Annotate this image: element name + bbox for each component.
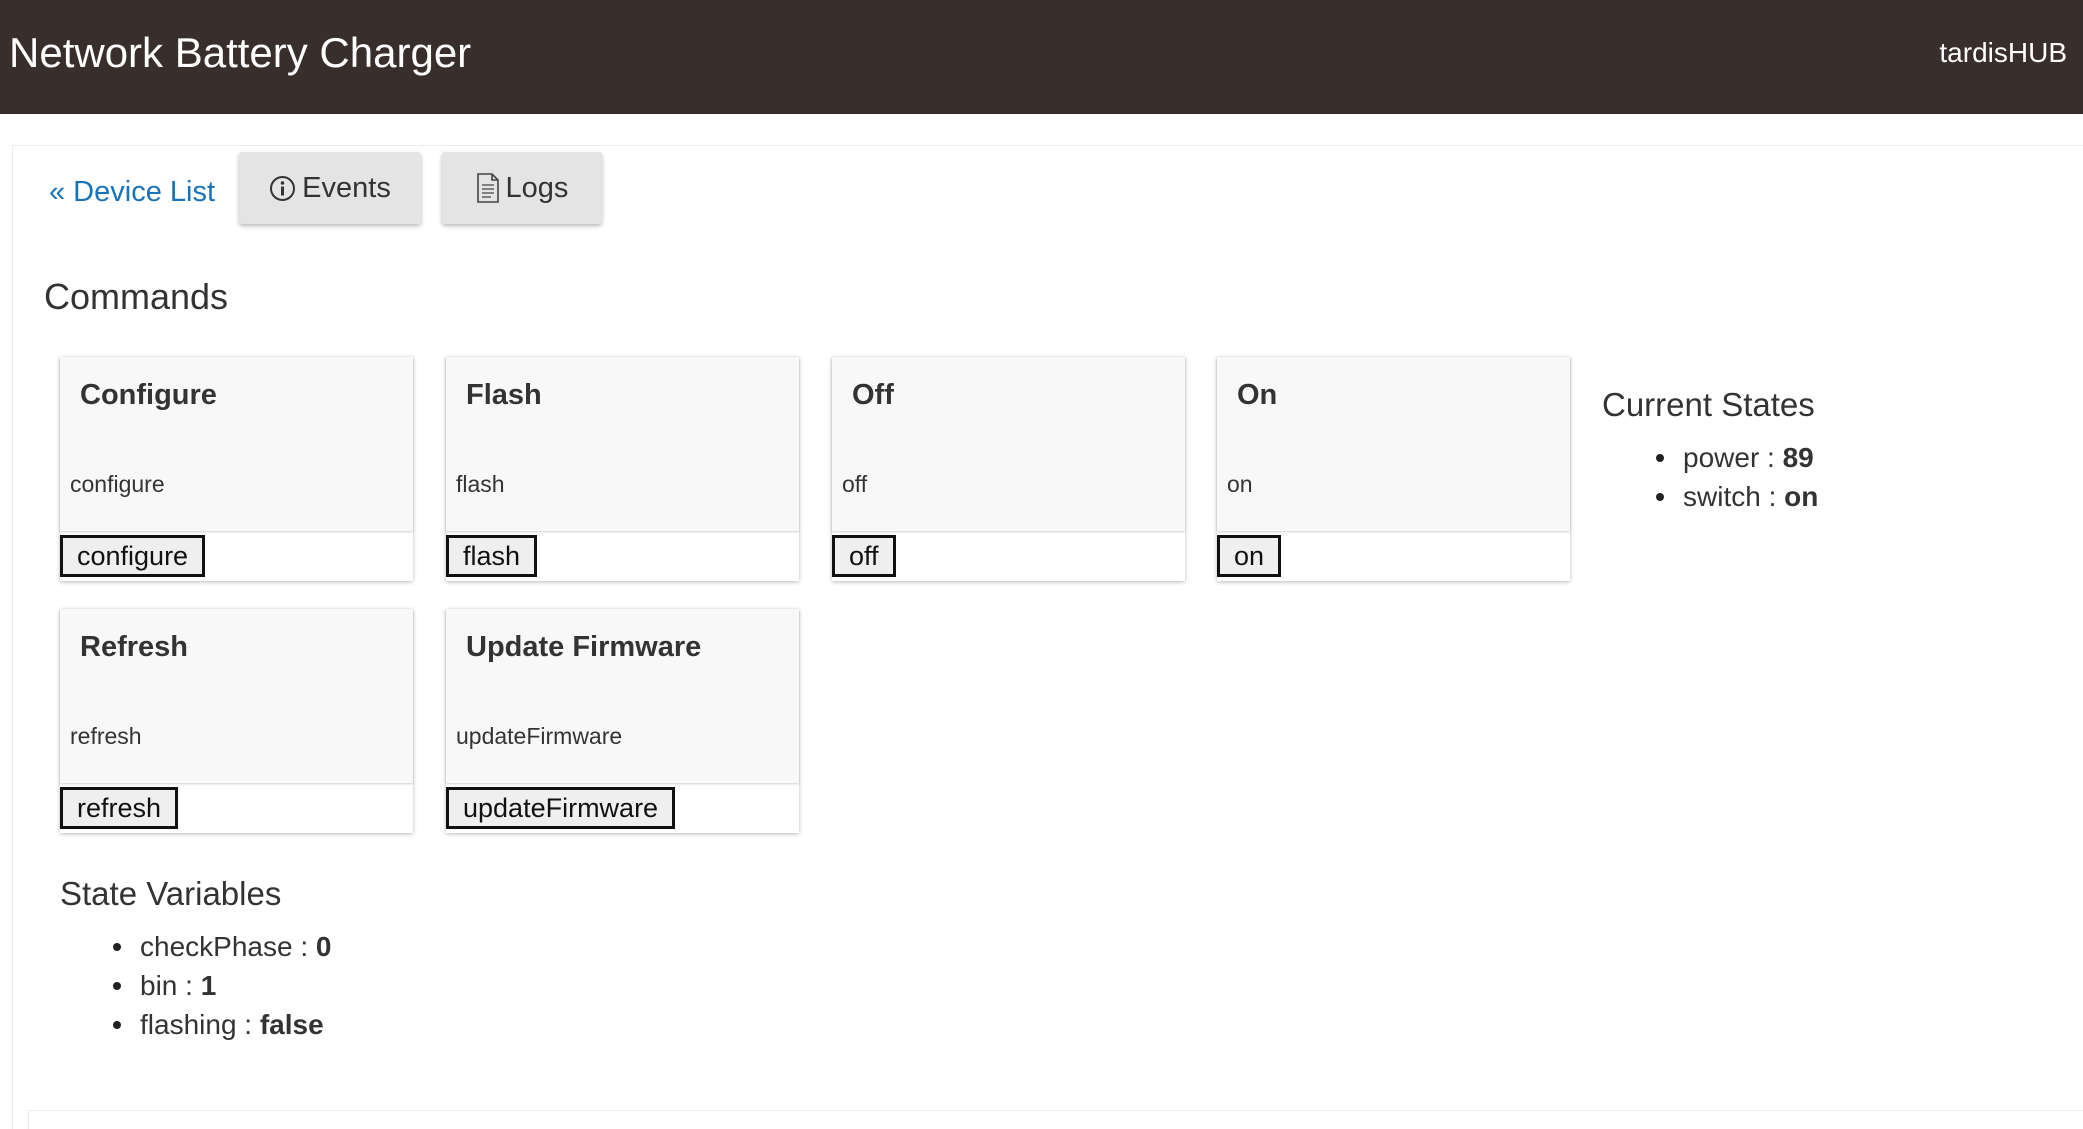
variable-separator: : <box>185 970 201 1001</box>
off-button[interactable]: off <box>832 535 896 577</box>
command-card-header: On on <box>1217 357 1570 531</box>
on-button[interactable]: on <box>1217 535 1282 577</box>
command-method: off <box>842 471 868 497</box>
events-label: Events <box>302 171 391 204</box>
variable-value: false <box>259 1009 324 1040</box>
logs-button[interactable]: Logs <box>442 152 602 224</box>
refresh-button[interactable]: refresh <box>60 787 179 829</box>
command-card-update-firmware: Update Firmware updateFirmware updateFir… <box>446 609 799 833</box>
device-title: Network Battery Charger <box>9 29 472 76</box>
variable-separator: : <box>244 1009 260 1040</box>
state-key: power <box>1683 442 1760 473</box>
flash-button[interactable]: flash <box>446 535 538 577</box>
state-separator: : <box>1768 481 1785 512</box>
command-title: Configure <box>80 379 217 411</box>
command-card-header: Update Firmware updateFirmware <box>446 609 799 783</box>
variable-value: 1 <box>200 970 217 1001</box>
command-method: refresh <box>70 723 142 749</box>
command-card-header: Flash flash <box>446 357 799 531</box>
state-value: 89 <box>1782 442 1814 473</box>
variable-value: 0 <box>315 931 332 962</box>
command-method: updateFirmware <box>456 723 623 749</box>
current-states-heading: Current States <box>1602 386 1815 423</box>
state-item-switch: switch : on <box>1656 477 1818 516</box>
command-title: Update Firmware <box>466 631 702 663</box>
command-title: On <box>1237 379 1278 411</box>
state-variables-heading: State Variables <box>60 875 282 912</box>
command-card-header: Refresh refresh <box>60 609 413 783</box>
variable-item-bin: bin : 1 <box>113 966 331 1005</box>
command-card-configure: Configure configure configure <box>60 357 413 581</box>
state-variables-list: checkPhase : 0 bin : 1 flashing : false <box>113 927 331 1044</box>
state-key: switch <box>1683 481 1761 512</box>
update-firmware-button[interactable]: updateFirmware <box>446 787 676 829</box>
command-card-flash: Flash flash flash <box>446 357 799 581</box>
state-value: on <box>1784 481 1819 512</box>
command-card-header: Off off <box>832 357 1185 531</box>
command-title: Refresh <box>80 631 188 663</box>
state-item-power: power : 89 <box>1656 438 1818 477</box>
variable-item-flashing: flashing : false <box>113 1005 331 1044</box>
document-icon <box>476 173 500 203</box>
configure-button[interactable]: configure <box>60 535 206 577</box>
command-card-refresh: Refresh refresh refresh <box>60 609 413 833</box>
logs-label: Logs <box>505 171 569 204</box>
variable-key: bin <box>140 970 178 1001</box>
command-method: on <box>1227 471 1253 497</box>
variable-key: flashing <box>140 1009 237 1040</box>
top-bar: Network Battery Charger tardisHUB <box>0 0 2083 114</box>
commands-heading: Commands <box>44 276 229 317</box>
events-button[interactable]: Events <box>239 152 421 224</box>
current-states-list: power : 89 switch : on <box>1656 438 1818 516</box>
state-separator: : <box>1767 442 1783 473</box>
lower-panel-edge <box>28 1110 2083 1129</box>
command-card-header: Configure configure <box>60 357 413 531</box>
command-method: configure <box>70 471 165 497</box>
command-card-off: Off off off <box>832 357 1185 581</box>
variable-separator: : <box>300 931 316 962</box>
command-card-on: On on on <box>1217 357 1570 581</box>
info-circle-icon <box>269 175 296 202</box>
command-title: Flash <box>466 379 542 411</box>
hub-name[interactable]: tardisHUB <box>1939 36 2067 70</box>
variable-item-checkphase: checkPhase : 0 <box>113 927 331 966</box>
device-list-link[interactable]: « Device List <box>49 174 215 210</box>
command-method: flash <box>456 471 505 497</box>
command-title: Off <box>852 379 894 411</box>
variable-key: checkPhase <box>140 931 293 962</box>
